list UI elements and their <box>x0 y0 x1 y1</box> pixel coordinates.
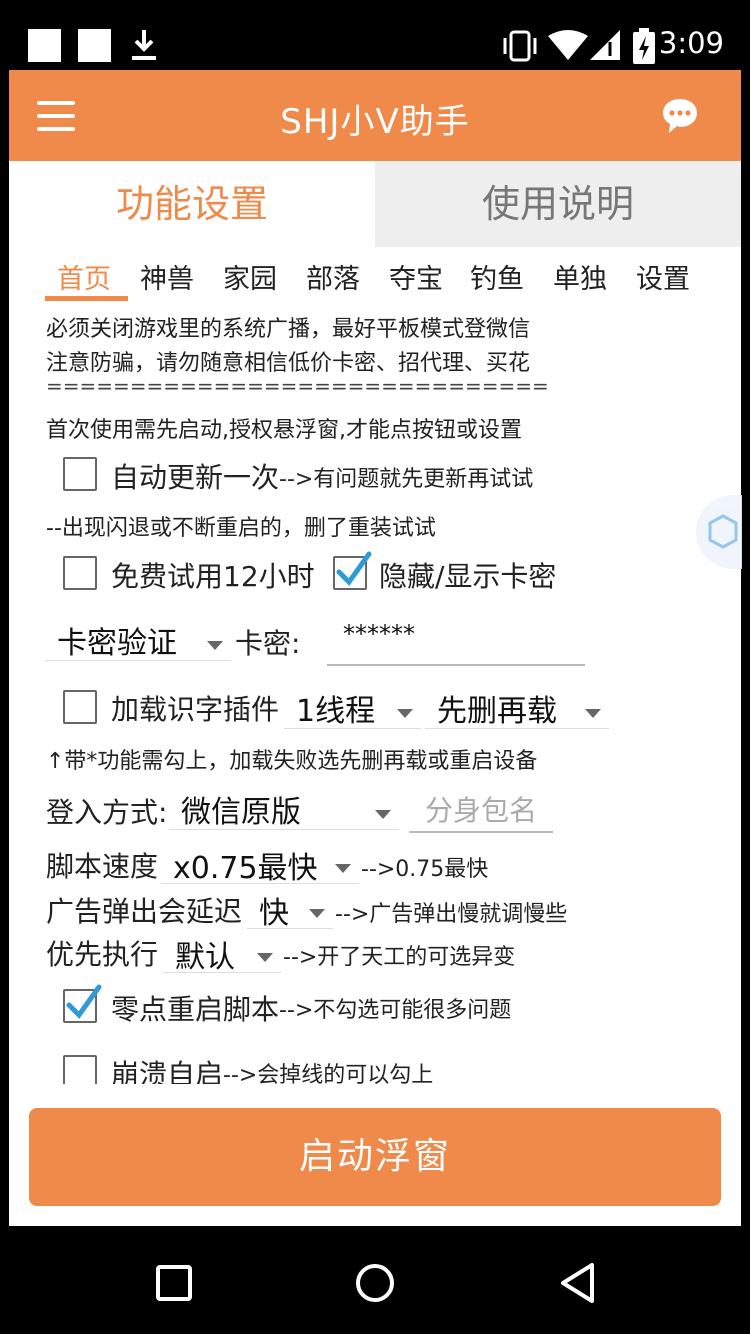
back-icon[interactable] <box>554 1258 604 1308</box>
plugin-mode-value: 先删再载 <box>437 694 557 729</box>
dropdown-arrow-icon <box>257 953 273 962</box>
checkmark-icon <box>336 551 372 586</box>
midnight-restart-hint: -->不勾选可能很多问题 <box>279 998 512 1023</box>
thread-select[interactable]: 1线程 <box>284 684 421 729</box>
verify-mode-value: 卡密验证 <box>57 626 177 661</box>
thread-value: 1线程 <box>296 694 376 729</box>
login-mode-value: 微信原版 <box>181 795 301 830</box>
script-speed-hint: -->0.75最快 <box>361 857 489 882</box>
priority-select[interactable]: 默认 <box>163 930 281 975</box>
key-input-value: ****** <box>343 620 415 648</box>
toggle-key-checkbox[interactable] <box>333 551 372 590</box>
dropdown-arrow-icon <box>207 641 223 650</box>
key-input[interactable]: ****** <box>327 616 585 666</box>
crash-restart-hint: -->会掉线的可以勾上 <box>223 1063 434 1084</box>
notice-line: 注意防骗，请勿随意相信低价卡密、招代理、买花 <box>46 351 531 376</box>
login-mode-select[interactable]: 微信原版 <box>169 785 399 830</box>
subtab-settings[interactable]: 设置 <box>636 257 690 296</box>
script-speed-value: x0.75最快 <box>173 851 318 886</box>
dropdown-arrow-icon <box>585 709 601 718</box>
subtab-treasure[interactable]: 夺宝 <box>389 257 443 296</box>
subtab-single[interactable]: 单独 <box>553 257 607 296</box>
dropdown-arrow-icon <box>335 864 351 873</box>
tab-instructions[interactable]: 使用说明 <box>375 161 741 247</box>
script-speed-select[interactable]: x0.75最快 <box>161 841 359 886</box>
vibrate-icon <box>503 30 537 62</box>
subtab-home[interactable]: 首页 <box>57 257 111 296</box>
chat-icon[interactable] <box>660 96 700 136</box>
priority-label: 优先执行 <box>46 938 159 971</box>
auto-update-hint: -->有问题就先更新再试试 <box>279 467 534 492</box>
notification-icon <box>78 29 111 62</box>
app-bar: SHJ小V助手 <box>9 70 741 161</box>
verify-mode-select[interactable]: 卡密验证 <box>45 616 231 661</box>
notice-line: 必须关闭游戏里的系统广播，最好平板模式登微信 <box>46 317 531 342</box>
dropdown-arrow-icon <box>375 810 391 819</box>
start-floating-window-button[interactable]: 启动浮窗 <box>29 1108 721 1206</box>
download-icon <box>132 30 156 60</box>
ad-delay-select[interactable]: 快 <box>247 886 333 931</box>
wifi-icon <box>548 30 588 60</box>
free-trial-checkbox[interactable] <box>63 556 97 590</box>
app-title: SHJ小V助手 <box>280 102 470 142</box>
ad-delay-hint: -->广告弹出慢就调慢些 <box>335 902 568 927</box>
midnight-restart-checkbox[interactable] <box>63 984 102 1023</box>
ocr-plugin-label[interactable]: 加载识字插件 <box>111 688 279 728</box>
subtab-homeland[interactable]: 家园 <box>223 257 277 296</box>
app-window: SHJ小V助手 功能设置 使用说明 首页 神兽 家园 部落 夺宝 钓鱼 单独 设… <box>9 70 741 1226</box>
cube-icon <box>708 514 738 549</box>
battery-icon <box>633 28 655 64</box>
crash-restart-label[interactable]: 崩溃自启 <box>111 1053 223 1084</box>
divider-line: ============================== <box>46 374 549 398</box>
subtab-tribe[interactable]: 部落 <box>306 257 360 296</box>
active-tab-indicator <box>45 296 128 301</box>
notice-line: 首次使用需先启动,授权悬浮窗,才能点按钮或设置 <box>46 418 522 443</box>
ocr-plugin-checkbox[interactable] <box>63 690 97 724</box>
ad-delay-value: 快 <box>259 896 289 931</box>
tab-function-settings[interactable]: 功能设置 <box>9 161 375 247</box>
clock: 3:09 <box>658 26 724 60</box>
status-bar: 3:09 <box>0 0 750 70</box>
key-label: 卡密: <box>235 627 301 660</box>
plugin-hint: ↑带*功能需勾上，加载失败选先删再载或重启设备 <box>46 749 538 774</box>
login-label: 登入方式: <box>46 796 168 829</box>
crash-restart-row: 崩溃自启 -->会掉线的可以勾上 <box>9 1045 741 1084</box>
crash-hint: --出现闪退或不断重启的，删了重装试试 <box>46 516 436 541</box>
script-speed-label: 脚本速度 <box>46 850 159 883</box>
dropdown-arrow-icon <box>309 909 325 918</box>
plugin-mode-select[interactable]: 先删再载 <box>425 684 609 729</box>
ad-delay-label: 广告弹出会延迟 <box>46 895 243 928</box>
notification-icon <box>28 29 61 62</box>
priority-value: 默认 <box>175 940 235 975</box>
midnight-restart-label[interactable]: 零点重启脚本 <box>111 988 279 1028</box>
free-trial-label[interactable]: 免费试用12小时 <box>111 555 315 595</box>
subtab-fishing[interactable]: 钓鱼 <box>470 257 524 296</box>
navigation-bar <box>0 1226 750 1334</box>
subtab-beast[interactable]: 神兽 <box>140 257 194 296</box>
home-icon[interactable] <box>350 1258 400 1308</box>
auto-update-label[interactable]: 自动更新一次 <box>111 456 279 496</box>
clone-package-input[interactable]: 分身包名 <box>409 785 553 833</box>
crash-restart-checkbox[interactable] <box>63 1055 97 1084</box>
checkmark-icon <box>66 984 102 1019</box>
clone-package-placeholder: 分身包名 <box>425 794 538 827</box>
priority-hint: -->开了天工的可选异变 <box>283 945 516 970</box>
dropdown-arrow-icon <box>397 709 413 718</box>
signal-icon <box>590 30 620 60</box>
recent-apps-icon[interactable] <box>149 1258 199 1308</box>
toggle-key-label[interactable]: 隐藏/显示卡密 <box>379 555 556 595</box>
auto-update-checkbox[interactable] <box>63 457 97 491</box>
